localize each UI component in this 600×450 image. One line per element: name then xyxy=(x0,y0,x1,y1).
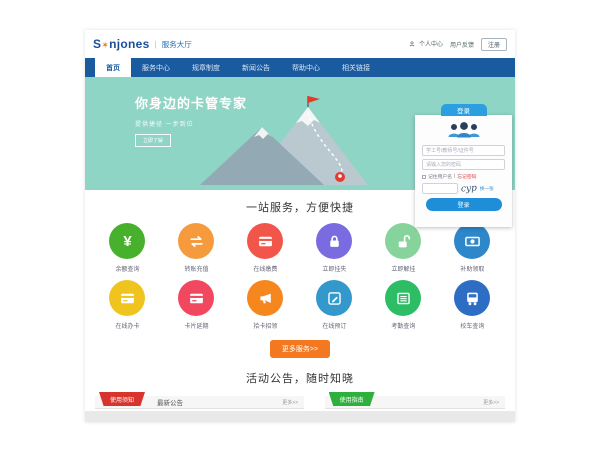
password-input[interactable] xyxy=(422,159,505,170)
service-label: 立即解挂 xyxy=(369,264,438,273)
service-item-5[interactable]: 补助领取 xyxy=(438,223,507,273)
logo-spark-icon: ✶ xyxy=(101,40,109,50)
logo[interactable]: S✶njones xyxy=(93,37,150,51)
services-grid: ¥ 余额查询转账充值在线缴费立即挂失立即解挂补助领取在线办卡卡片延期拾卡招领在线预… xyxy=(85,223,515,337)
service-item-6[interactable]: 在线办卡 xyxy=(93,280,162,330)
service-item-7[interactable]: 卡片延期 xyxy=(162,280,231,330)
card-icon xyxy=(178,280,214,316)
login-panel: 登录 记住用户名 | 忘记密码 cyp 换一张 登录 xyxy=(415,115,512,227)
mountains-illustration xyxy=(190,93,400,190)
main-nav: 首页服务中心规章制度新闻公告帮助中心相关链接 xyxy=(85,58,515,77)
hero-banner: 你身边的卡管专家 提供捷径 一步到位 立即了解 登录 xyxy=(85,77,515,190)
service-item-11[interactable]: 校车查询 xyxy=(438,280,507,330)
bus-icon xyxy=(454,280,490,316)
service-item-0[interactable]: ¥ 余额查询 xyxy=(93,223,162,273)
users-group-icon xyxy=(422,122,505,143)
service-label: 立即挂失 xyxy=(300,264,369,273)
service-label: 转账充值 xyxy=(162,264,231,273)
page-bottom-strip xyxy=(85,411,515,422)
unlock-icon xyxy=(385,223,421,259)
feedback-link[interactable]: 用户反馈 xyxy=(450,40,474,49)
captcha-input[interactable] xyxy=(422,183,458,194)
service-label: 补助领取 xyxy=(438,264,507,273)
register-button[interactable]: 注册 xyxy=(481,38,507,51)
edit-icon xyxy=(316,280,352,316)
nav-list: 首页服务中心规章制度新闻公告帮助中心相关链接 xyxy=(95,58,381,77)
card-icon xyxy=(247,223,283,259)
megaphone-icon xyxy=(247,280,283,316)
page: S✶njones | 服务大厅 个人中心 用户反馈 注册 首页服务中心规章制度新… xyxy=(85,30,515,422)
tab-latest-announcements[interactable]: 最新公告 xyxy=(157,397,183,407)
service-label: 余额查询 xyxy=(93,264,162,273)
service-item-1[interactable]: 转账充值 xyxy=(162,223,231,273)
personal-center-link[interactable]: 个人中心 xyxy=(409,39,443,49)
service-label: 卡片延期 xyxy=(162,321,231,330)
service-label: 拾卡招领 xyxy=(231,321,300,330)
nav-item-5[interactable]: 相关链接 xyxy=(331,58,381,77)
more-services-button[interactable]: 更多服务>> xyxy=(270,340,330,358)
login-tab[interactable]: 登录 xyxy=(441,104,487,116)
guide-panel: 使用指南 更多>> xyxy=(325,396,505,409)
nav-item-1[interactable]: 服务中心 xyxy=(131,58,181,77)
service-label: 校车查询 xyxy=(438,321,507,330)
service-item-3[interactable]: 立即挂失 xyxy=(300,223,369,273)
service-item-10[interactable]: 考勤查询 xyxy=(369,280,438,330)
top-bar: S✶njones | 服务大厅 个人中心 用户反馈 注册 xyxy=(85,30,515,58)
card-icon xyxy=(109,280,145,316)
options-divider: | xyxy=(454,174,455,179)
username-input[interactable] xyxy=(422,145,505,156)
remember-checkbox[interactable] xyxy=(422,175,426,179)
announcements-title: 活动公告，随时知晓 xyxy=(85,370,515,386)
nav-item-0[interactable]: 首页 xyxy=(95,58,131,77)
hero-cta-button[interactable]: 立即了解 xyxy=(135,134,171,147)
nav-item-4[interactable]: 帮助中心 xyxy=(281,58,331,77)
service-item-4[interactable]: 立即解挂 xyxy=(369,223,438,273)
portal-name: 服务大厅 xyxy=(162,39,192,50)
service-item-2[interactable]: 在线缴费 xyxy=(231,223,300,273)
service-item-8[interactable]: 拾卡招领 xyxy=(231,280,300,330)
service-label: 考勤查询 xyxy=(369,321,438,330)
service-item-9[interactable]: 在线预订 xyxy=(300,280,369,330)
notice-panel: 使用须知 最新公告 更多>> xyxy=(95,396,304,409)
user-icon xyxy=(409,41,415,49)
remember-label: 记住用户名 xyxy=(428,173,452,180)
service-label: 在线预订 xyxy=(300,321,369,330)
money-icon xyxy=(454,223,490,259)
transfer-icon xyxy=(178,223,214,259)
announcements-section: 活动公告，随时知晓 使用须知 最新公告 更多>> 使用指南 更多>> xyxy=(85,358,515,409)
nav-item-3[interactable]: 新闻公告 xyxy=(231,58,281,77)
yen-icon: ¥ xyxy=(109,223,145,259)
captcha-image[interactable]: cyp xyxy=(461,183,478,194)
tab-usage-guide[interactable]: 使用指南 xyxy=(329,392,375,406)
login-submit-button[interactable]: 登录 xyxy=(426,198,502,211)
forgot-password-link[interactable]: 忘记密码 xyxy=(457,173,476,180)
service-label: 在线缴费 xyxy=(231,264,300,273)
service-label: 在线办卡 xyxy=(93,321,162,330)
captcha-refresh-link[interactable]: 换一张 xyxy=(480,186,494,192)
list-icon xyxy=(385,280,421,316)
logo-separator: | xyxy=(155,40,157,49)
nav-item-2[interactable]: 规章制度 xyxy=(181,58,231,77)
tab-usage-notice[interactable]: 使用须知 xyxy=(99,392,145,406)
guide-more-link[interactable]: 更多>> xyxy=(483,399,499,406)
lock-icon xyxy=(316,223,352,259)
notice-more-link[interactable]: 更多>> xyxy=(282,399,298,406)
